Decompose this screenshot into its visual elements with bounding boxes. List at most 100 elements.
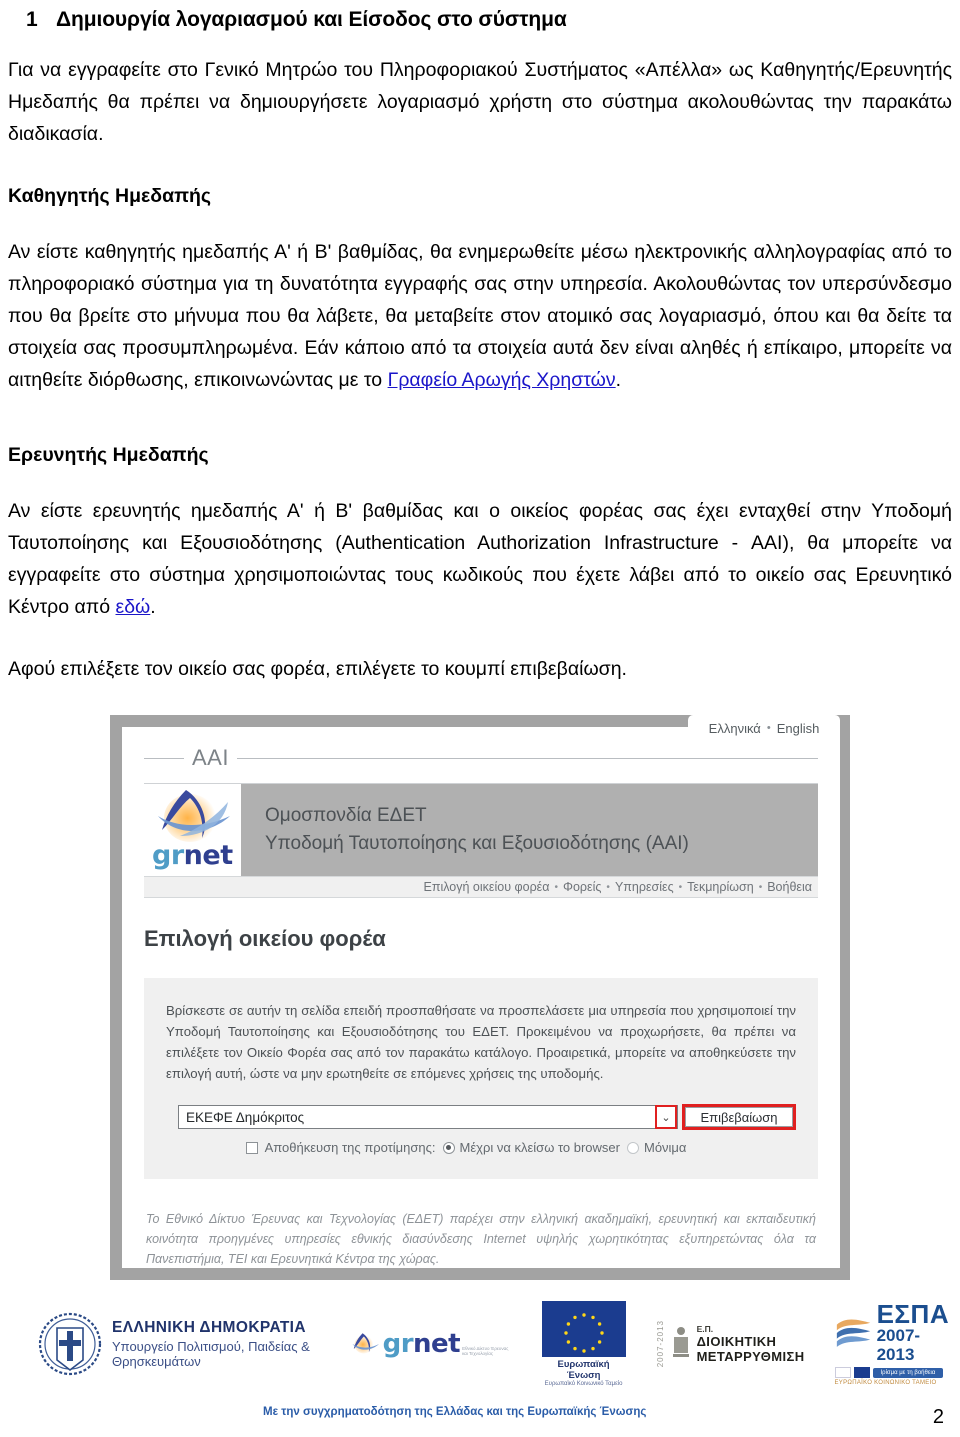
op-small-label: Ε.Π.: [696, 1323, 714, 1334]
hellenic-republic-line2: Υπουργείο Πολιτισμού, Παιδείας & Θρησκευ…: [112, 1339, 310, 1369]
grnet-wordmark: grnet: [152, 840, 233, 871]
nav-separator: •: [606, 881, 610, 893]
hellenic-republic-logo: ΕΛΛΗΝΙΚΗ ΔΗΜΟΚΡΑΤΙΑ Υπουργείο Πολιτισμού…: [38, 1312, 320, 1376]
espa-years: 2007-2013: [876, 1326, 921, 1364]
idp-select[interactable]: ΕΚΕΦΕ Δημόκριτος ⌄: [178, 1105, 678, 1129]
hellenic-republic-text: ΕΛΛΗΝΙΚΗ ΔΗΜΟΚΡΑΤΙΑ Υπουργείο Πολιτισμού…: [112, 1319, 320, 1369]
confirm-highlight: Επιβεβαίωση: [682, 1104, 796, 1130]
pref-permanent-label: Μόνιμα: [643, 1140, 687, 1155]
greek-coat-of-arms-icon: [38, 1312, 102, 1376]
rule-left: [144, 757, 184, 759]
op-figure-icon: [672, 1326, 689, 1357]
radio-permanent-icon[interactable]: [626, 1141, 639, 1154]
preference-row: Αποθήκευση της προτίμησης: Μέχρι να κλεί…: [166, 1140, 796, 1155]
brand-line-2: Υποδομή Ταυτοποίησης και Εξουσιοδότησης …: [265, 833, 689, 854]
brand-line-1: Ομοσπονδία ΕΔΕΤ: [265, 805, 427, 826]
section-researcher-title: Ερευνητής Ημεδαπής: [8, 444, 209, 466]
radio-session-icon[interactable]: [442, 1141, 455, 1154]
aai-wordmark: AAI: [192, 745, 229, 770]
grnet-logo: grnet: [144, 784, 241, 876]
grnet-footer-wordmark: grnet: [383, 1329, 461, 1359]
grnet-footer-gr: gr: [382, 1329, 414, 1359]
eu-caption-2: Ευρωπαϊκό Κοινωνικό Ταμείο: [544, 1381, 623, 1387]
op-line-1: ΔΙΟΙΚΗΤΙΚΗ: [696, 1333, 777, 1349]
nav-item-idp-selection[interactable]: Επιλογή οικείου φορέα: [424, 880, 550, 894]
aai-content: AAI grnet Ομοσπονδία ΕΔΕΤ Υποδομή Ταυτοπ…: [122, 727, 840, 1269]
rule-right: [236, 757, 818, 759]
grnet-swoosh-small-icon: [352, 1333, 380, 1354]
op-text: Ε.Π. ΔΙΟΙΚΗΤΙΚΗ ΜΕΤΑΡΡΥΘΜΙΣΗ: [697, 1324, 805, 1364]
eu-mini-flag-icon: [853, 1367, 870, 1378]
op-line-2: ΜΕΤΑΡΡΥΘΜΙΣΗ: [696, 1348, 805, 1364]
espa-bottom-row: Ιρίσμα με τη βοήθεια: [834, 1367, 944, 1378]
section-researcher-body: Αν είστε ερευνητής ημεδαπής Α' ή Β' βαθμ…: [8, 495, 952, 623]
aai-footnote: Το Εθνικό Δίκτυο Έρευνας και Τεχνολογίας…: [146, 1212, 816, 1266]
eu-flag-icon: [541, 1301, 626, 1357]
save-preference-checkbox[interactable]: [245, 1141, 258, 1154]
pref-option-session[interactable]: Μέχρι να κλείσω το browser: [442, 1140, 620, 1155]
heading-number: 1: [26, 8, 38, 31]
lang-separator: •: [766, 722, 771, 734]
intro-paragraph: Για να εγγραφείτε στο Γενικό Μητρώο του …: [8, 59, 952, 145]
here-link[interactable]: εδώ: [116, 596, 151, 618]
idp-selection-card: Βρίσκεστε σε αυτήν τη σελίδα επειδή προσ…: [144, 978, 818, 1179]
researcher-text-after-link: .: [150, 596, 156, 618]
grnet-swoosh-icon: [158, 790, 230, 842]
idp-form-row: ΕΚΕΦΕ Δημόκριτος ⌄ Επιβεβαίωση: [166, 1104, 796, 1130]
heading-title: Δημιουργία λογαριασμού και Είσοδος στο σ…: [56, 8, 567, 31]
page-number: 2: [932, 1406, 944, 1428]
nav-item-documentation[interactable]: Τεκμηρίωση: [687, 880, 754, 894]
nav-separator: •: [678, 881, 683, 893]
professor-text-after-link: .: [615, 369, 622, 391]
grnet-footer-logo: grnet Εθνικό Δίκτυο Έρευνας και Τεχνολογ…: [350, 1324, 511, 1364]
document-page: 1 Δημιουργία λογαριασμού και Είσοδος στο…: [0, 0, 960, 1437]
nav-item-help[interactable]: Βοήθεια: [767, 880, 812, 894]
pref-session-label: Μέχρι να κλείσω το browser: [459, 1140, 620, 1155]
nav-separator: •: [554, 881, 558, 893]
grnet-footer-net: net: [413, 1329, 461, 1359]
lang-english-link[interactable]: English: [777, 721, 820, 736]
espa-waves-icon: [836, 1319, 870, 1347]
pref-option-permanent[interactable]: Μόνιμα: [626, 1140, 687, 1155]
espa-title: ΕΣΠΑ: [876, 1299, 950, 1329]
eu-caption-1: Ευρωπαϊκή Ένωση: [557, 1359, 610, 1381]
aai-navbar[interactable]: Επιλογή οικείου φορέα • Φορείς • Υπηρεσί…: [144, 876, 818, 898]
operational-programme-logo: 2007-2013 Ε.Π. ΔΙΟΙΚΗΤΙΚΗ ΜΕΤΑΡΡΥΘΜΙΣΗ: [656, 1320, 805, 1367]
espa-words: ΕΣΠΑ 2007-2013: [876, 1299, 952, 1364]
section-professor-title: Καθηγητής Ημεδαπής: [8, 185, 212, 207]
eu-logo: Ευρωπαϊκή Ένωση Ευρωπαϊκό Κοινωνικό Ταμε…: [541, 1301, 626, 1387]
greece-flag-icon: [834, 1367, 851, 1378]
grnet-gr: gr: [152, 840, 184, 871]
confirm-button[interactable]: Επιβεβαίωση: [685, 1107, 793, 1127]
espa-logo: ΕΣΠΑ 2007-2013 Ιρίσμα με τη βοήθεια ΕΥΡΩ…: [834, 1299, 953, 1386]
nav-item-services[interactable]: Υπηρεσίες: [615, 880, 674, 894]
nav-separator: •: [758, 881, 763, 893]
language-switcher[interactable]: Ελληνικά • English: [688, 715, 840, 741]
op-years: 2007-2013: [655, 1320, 665, 1368]
espa-top-row: ΕΣΠΑ 2007-2013: [835, 1299, 953, 1364]
nav-item-organizations[interactable]: Φορείς: [563, 880, 601, 894]
aai-brand-text: Ομοσπονδία ΕΔΕΤ Υποδομή Ταυτοποίησης και…: [241, 784, 818, 876]
grnet-footer-subtitle: Εθνικό Δίκτυο Έρευνας και Τεχνολογίας: [462, 1346, 509, 1356]
cofunding-note: Με την συγχρηματοδότηση της Ελλάδας και …: [263, 1406, 647, 1418]
aai-screenshot-frame: Ελληνικά • English AAI grnet Ομοσπονδία …: [110, 715, 850, 1280]
section-professor-body: Αν είστε καθηγητής ημεδαπής Α' ή Β' βαθμ…: [8, 236, 952, 396]
save-preference-label: Αποθήκευση της προτίμησης:: [264, 1140, 436, 1155]
user-support-office-link[interactable]: Γραφείο Αρωγής Χρηστών: [388, 369, 616, 391]
lang-greek-link[interactable]: Ελληνικά: [709, 721, 761, 736]
aai-header-band: grnet Ομοσπονδία ΕΔΕΤ Υποδομή Ταυτοποίησ…: [144, 784, 818, 876]
panel-title: Επιλογή οικείου φορέα: [144, 926, 386, 951]
hellenic-republic-line1: ΕΛΛΗΝΙΚΗ ΔΗΜΟΚΡΑΤΙΑ: [112, 1319, 306, 1336]
grnet-net: net: [183, 840, 233, 871]
eu-stars-icon: [541, 1301, 626, 1357]
card-description: Βρίσκεστε σε αυτήν τη σελίδα επειδή προσ…: [166, 1003, 796, 1081]
aai-wordmark-rule: AAI: [144, 745, 818, 771]
espa-footer-label: ΕΥΡΩΠΑΪΚΟ ΚΟΙΝΩΝΙΚΟ ΤΑΜΕΙΟ: [834, 1380, 937, 1386]
espa-pill-label: Ιρίσμα με τη βοήθεια: [872, 1367, 944, 1378]
closing-paragraph: Αφού επιλέξετε τον οικείο σας φορέα, επι…: [8, 658, 627, 680]
idp-select-value: ΕΚΕΦΕ Δημόκριτος: [186, 1109, 305, 1125]
chevron-down-icon[interactable]: ⌄: [655, 1105, 677, 1129]
aai-screenshot-figure: Ελληνικά • English AAI grnet Ομοσπονδία …: [8, 715, 952, 1280]
aai-page: Ελληνικά • English AAI grnet Ομοσπονδία …: [122, 715, 840, 1269]
page-title: 1 Δημιουργία λογαριασμού και Είσοδος στο…: [8, 0, 952, 32]
